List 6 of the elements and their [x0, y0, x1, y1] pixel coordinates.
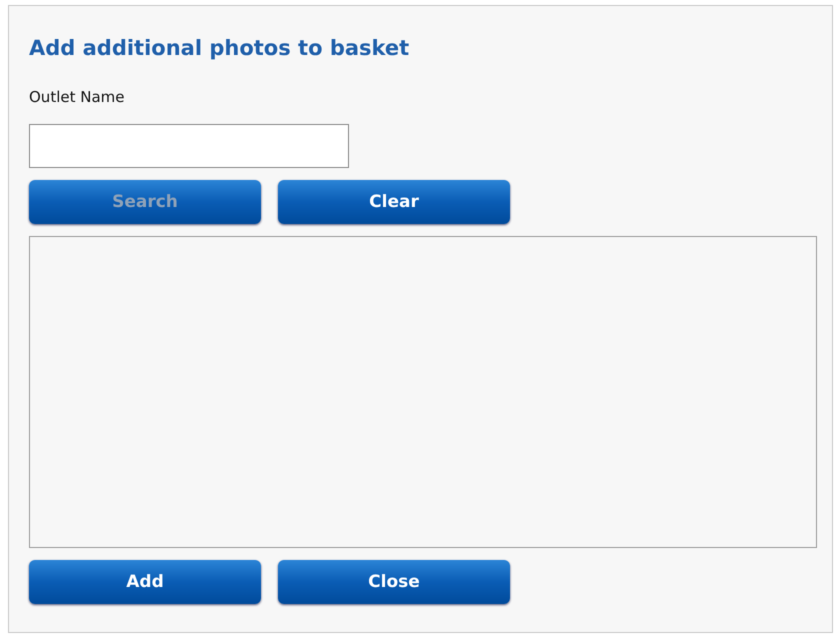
dialog-title: Add additional photos to basket: [29, 36, 410, 62]
input-field[interactable]: [29, 124, 349, 168]
action-button[interactable]: Clear: [278, 180, 510, 224]
action-button[interactable]: Close: [278, 560, 510, 604]
action-button[interactable]: Add: [29, 560, 261, 604]
field-label: Outlet Name: [29, 88, 126, 108]
